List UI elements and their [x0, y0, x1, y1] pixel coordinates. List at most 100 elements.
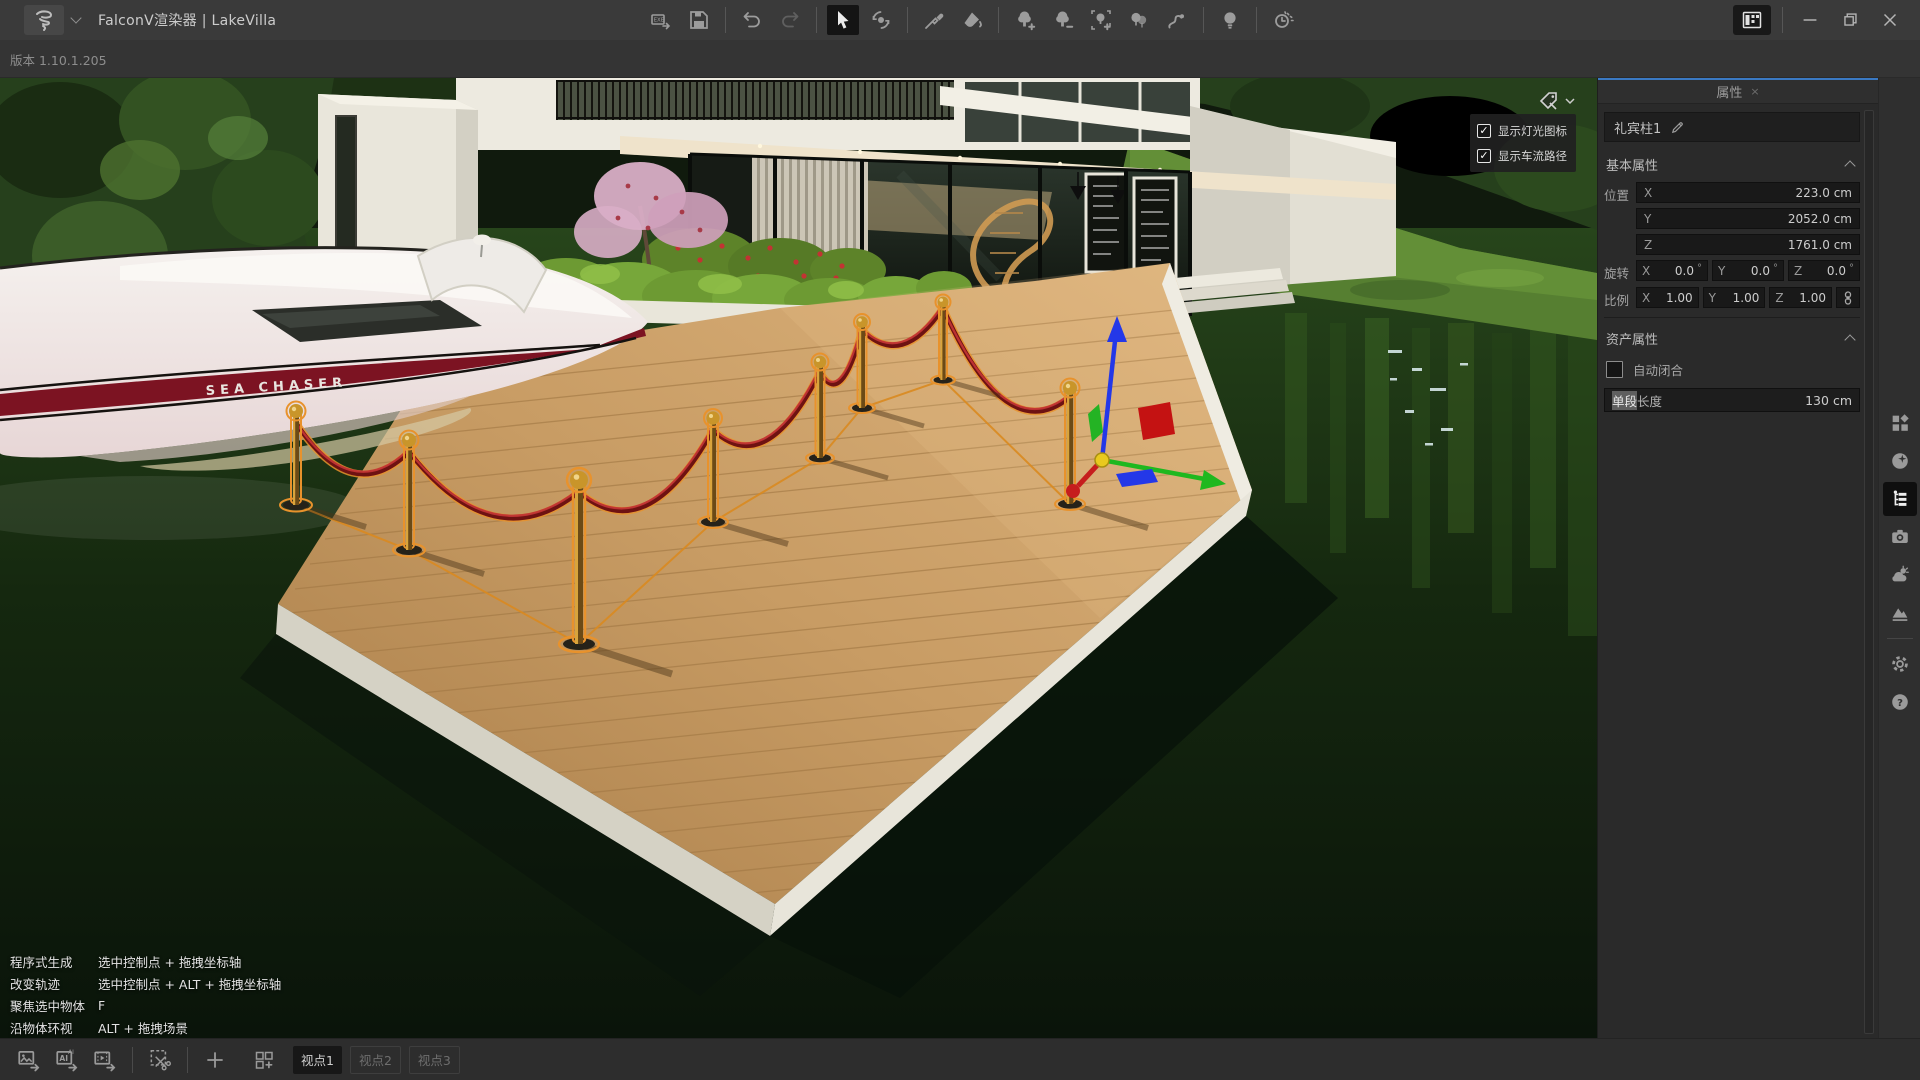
tree-add-icon — [1013, 8, 1037, 32]
position-label: 位置 — [1604, 182, 1636, 255]
plus-icon — [203, 1048, 227, 1072]
rotation-label: 旋转 — [1604, 260, 1636, 282]
material-sphere-icon — [1889, 450, 1911, 472]
minimize-icon — [1799, 9, 1821, 31]
menu-item-show-traffic-path[interactable]: ✓ 显示车流路径 — [1470, 143, 1576, 168]
object-name-field[interactable]: 礼宾柱1 — [1604, 112, 1860, 142]
restore-button[interactable] — [1834, 5, 1866, 35]
time-of-day-button[interactable] — [1267, 5, 1299, 35]
tab-close-icon[interactable]: × — [1750, 85, 1759, 98]
select-cursor-icon — [831, 8, 855, 32]
collapse-chevron-icon[interactable] — [1844, 334, 1855, 345]
path-tool-icon — [1165, 8, 1189, 32]
scale-z-field[interactable]: Z1.00 — [1769, 287, 1832, 308]
close-button[interactable] — [1874, 5, 1906, 35]
chain-link-icon — [1842, 291, 1854, 305]
section-asset-properties[interactable]: 资产属性 — [1606, 326, 1858, 350]
export-exe-icon: EXE — [649, 8, 673, 32]
shortcut-action: 沿物体环视 — [10, 1018, 98, 1037]
section-basic-properties[interactable]: 基本属性 — [1606, 152, 1858, 176]
help-icon: ? — [1889, 691, 1911, 713]
paint-bucket-button[interactable] — [956, 5, 988, 35]
display-options-menu: ✓ 显示灯光图标 ✓ 显示车流路径 — [1470, 114, 1576, 172]
tree-area-add-icon — [1089, 8, 1113, 32]
checkbox-checked-icon[interactable]: ✓ — [1477, 149, 1491, 163]
rotation-x-field[interactable]: X0.0° — [1636, 260, 1708, 281]
properties-tab[interactable]: 属性 × — [1598, 78, 1878, 104]
crop-snip-button[interactable] — [144, 1044, 176, 1076]
select-tool-button[interactable] — [827, 5, 859, 35]
layout-panes-icon — [1740, 8, 1764, 32]
orbit-icon — [869, 8, 893, 32]
shortcut-keys: ALT + 拖拽场景 — [98, 1018, 188, 1037]
gizmo-plane-red-square[interactable] — [1138, 402, 1175, 440]
path-tool-button[interactable] — [1161, 5, 1193, 35]
bottombar-separator — [132, 1047, 133, 1073]
asset-library-icon — [1889, 412, 1911, 434]
edit-pencil-icon[interactable] — [1670, 120, 1685, 135]
toolbar-separator — [1256, 7, 1257, 33]
export-exe-button[interactable]: EXE — [645, 5, 677, 35]
auto-close-checkbox[interactable] — [1606, 361, 1623, 378]
app-title: FalconV渲染器 | LakeVilla — [98, 10, 276, 30]
settings-button[interactable] — [1883, 647, 1917, 681]
properties-list-button[interactable] — [1883, 482, 1917, 516]
tree-add-button[interactable] — [1009, 5, 1041, 35]
export-video-icon — [92, 1047, 118, 1073]
position-z-field[interactable]: Z1761.0 cm — [1636, 234, 1860, 255]
collapse-chevron-icon[interactable] — [1844, 160, 1855, 171]
export-ai-image-button[interactable]: AIAI — [51, 1044, 83, 1076]
eyedropper-button[interactable] — [918, 5, 950, 35]
export-video-button[interactable] — [89, 1044, 121, 1076]
viewpoint-tab-3[interactable]: 视点3 — [409, 1046, 460, 1074]
undo-icon — [740, 8, 764, 32]
restore-icon — [1839, 9, 1861, 31]
gizmo-center-handle[interactable] — [1095, 453, 1109, 467]
help-button[interactable]: ? — [1883, 685, 1917, 719]
display-options-chevron-icon[interactable] — [1565, 97, 1575, 105]
panel-scrollbar[interactable] — [1864, 110, 1874, 1034]
export-image-button[interactable] — [13, 1044, 45, 1076]
minimize-button[interactable] — [1794, 5, 1826, 35]
redo-button[interactable] — [774, 5, 806, 35]
camera-icon — [1889, 526, 1911, 548]
viewpoint-tab-1[interactable]: 视点1 — [293, 1046, 342, 1074]
position-y-field[interactable]: Y2052.0 cm — [1636, 208, 1860, 229]
titlebar: FalconV渲染器 | LakeVilla EXE — [0, 0, 1920, 40]
orbit-tool-button[interactable] — [865, 5, 897, 35]
scene-canvas[interactable]: SEA CHASER — [0, 78, 1597, 1038]
scale-y-field[interactable]: Y1.00 — [1703, 287, 1766, 308]
shortcut-keys: 选中控制点 + ALT + 拖拽坐标轴 — [98, 974, 281, 993]
scale-x-field[interactable]: X1.00 — [1636, 287, 1699, 308]
bottom-bar: AIAI 视点1 视点2 视点3 — [0, 1038, 1920, 1080]
viewpoint-grid-button[interactable] — [248, 1044, 280, 1076]
tree-area-add-button[interactable] — [1085, 5, 1117, 35]
save-button[interactable] — [683, 5, 715, 35]
tree-remove-icon — [1051, 8, 1075, 32]
rotation-z-field[interactable]: Z0.0° — [1788, 260, 1860, 281]
weather-button[interactable] — [1883, 558, 1917, 592]
material-sphere-button[interactable] — [1883, 444, 1917, 478]
light-button[interactable] — [1214, 5, 1246, 35]
tree-brush-button[interactable] — [1123, 5, 1155, 35]
segment-length-field[interactable]: 单段长度 130 cm — [1604, 388, 1860, 412]
undo-button[interactable] — [736, 5, 768, 35]
terrain-button[interactable] — [1883, 596, 1917, 630]
light-bulb-icon — [1218, 8, 1242, 32]
logo-dropdown-chevron-icon[interactable] — [70, 12, 81, 23]
add-viewpoint-button[interactable] — [199, 1044, 231, 1076]
settings-gear-icon — [1889, 653, 1911, 675]
display-options-tag-icon[interactable] — [1538, 90, 1560, 112]
layout-panes-button[interactable] — [1733, 5, 1771, 35]
camera-button[interactable] — [1883, 520, 1917, 554]
checkbox-checked-icon[interactable]: ✓ — [1477, 124, 1491, 138]
app-logo-button[interactable] — [24, 5, 64, 35]
viewport-3d[interactable]: SEA CHASER — [0, 78, 1597, 1038]
menu-item-show-light-icons[interactable]: ✓ 显示灯光图标 — [1470, 118, 1576, 143]
asset-library-button[interactable] — [1883, 406, 1917, 440]
viewpoint-tab-2[interactable]: 视点2 — [350, 1046, 401, 1074]
rotation-y-field[interactable]: Y0.0° — [1712, 260, 1784, 281]
scale-link-toggle[interactable] — [1836, 287, 1860, 308]
tree-remove-button[interactable] — [1047, 5, 1079, 35]
position-x-field[interactable]: X223.0 cm — [1636, 182, 1860, 203]
